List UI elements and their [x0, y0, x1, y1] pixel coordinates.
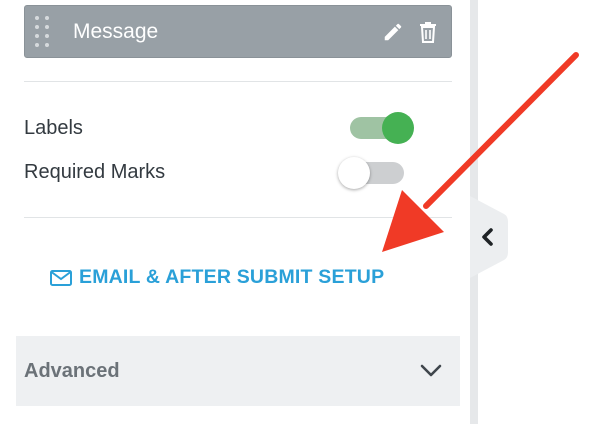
field-label: Message — [73, 19, 159, 43]
chevron-down-icon — [420, 364, 442, 377]
pencil-icon[interactable] — [381, 20, 405, 44]
drag-handle-icon[interactable] — [35, 14, 57, 50]
trash-icon[interactable] — [416, 20, 440, 44]
divider — [24, 217, 452, 218]
required-marks-toggle[interactable] — [338, 157, 404, 189]
required-marks-option-label: Required Marks — [24, 161, 166, 183]
email-after-submit-setup-link[interactable]: EMAIL & AFTER SUBMIT SETUP — [50, 266, 384, 289]
form-settings-panel: Message Labels Required Marks EMAIL & AF… — [0, 0, 470, 424]
divider — [24, 81, 452, 82]
email-setup-label: EMAIL & AFTER SUBMIT SETUP — [79, 266, 385, 288]
labels-option-label: Labels — [24, 117, 83, 139]
envelope-icon — [50, 269, 72, 286]
form-field-message[interactable]: Message — [24, 5, 452, 58]
collapse-panel-button[interactable] — [470, 196, 510, 278]
labels-toggle[interactable] — [346, 112, 414, 144]
advanced-section-toggle[interactable]: Advanced — [16, 336, 460, 406]
advanced-label: Advanced — [24, 359, 120, 382]
